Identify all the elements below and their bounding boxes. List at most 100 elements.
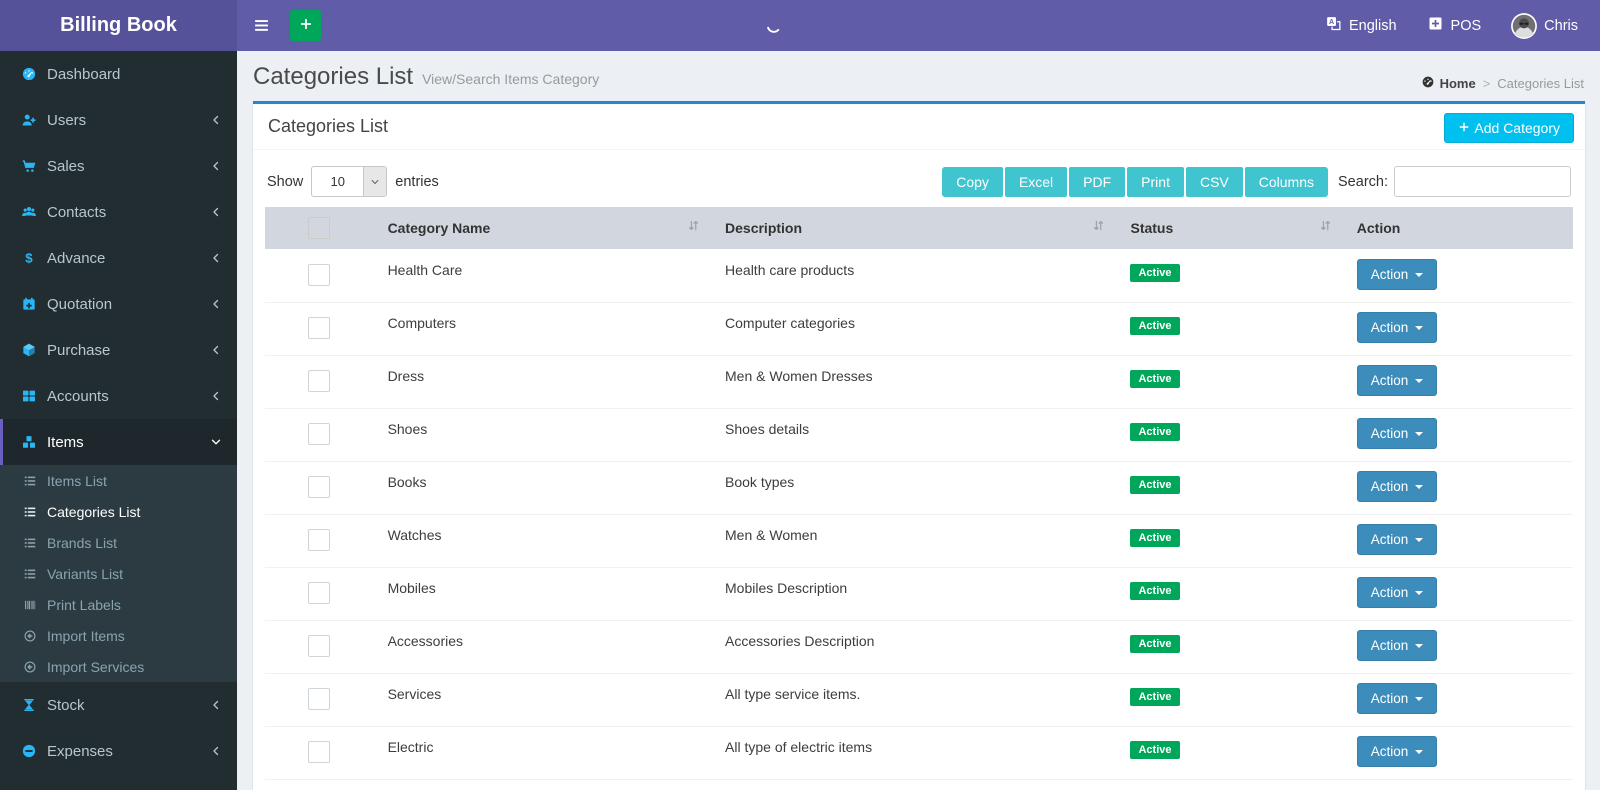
description-cell: All type of electric items xyxy=(711,727,1116,780)
pos-button[interactable]: POS xyxy=(1427,15,1482,36)
category-name-cell: Accessories xyxy=(374,621,711,674)
sidebar-subitem-label: Import Services xyxy=(47,659,144,675)
sidebar-section: Contacts xyxy=(0,189,237,235)
action-button[interactable]: Action xyxy=(1357,259,1438,290)
plus-icon xyxy=(299,17,313,34)
action-button[interactable]: Action xyxy=(1357,630,1438,661)
sidebar-item-dashboard[interactable]: Dashboard xyxy=(0,51,237,97)
sidebar-item-contacts[interactable]: Contacts xyxy=(0,189,237,235)
row-checkbox[interactable] xyxy=(308,317,330,339)
category-name-cell: Health Care xyxy=(374,250,711,303)
caret-down-icon xyxy=(1415,485,1423,489)
export-button-excel[interactable]: Excel xyxy=(1005,167,1067,197)
export-button-columns[interactable]: Columns xyxy=(1245,167,1328,197)
action-button[interactable]: Action xyxy=(1357,577,1438,608)
action-button[interactable]: Action xyxy=(1357,418,1438,449)
column-header-category-name[interactable]: Category Name xyxy=(374,207,711,250)
row-checkbox[interactable] xyxy=(308,264,330,286)
sidebar-item-quotation[interactable]: Quotation xyxy=(0,281,237,327)
row-checkbox[interactable] xyxy=(308,688,330,710)
sidebar-subitem-import-services[interactable]: Import Services xyxy=(0,651,237,682)
sidebar-section: Dashboard xyxy=(0,51,237,97)
sort-icon xyxy=(1091,218,1106,233)
action-cell: Action xyxy=(1343,621,1573,674)
sidebar-item-sales[interactable]: Sales xyxy=(0,143,237,189)
table-row: WatchesMen & WomenActiveAction xyxy=(265,515,1573,568)
row-checkbox-cell xyxy=(265,515,374,568)
add-category-button[interactable]: Add Category xyxy=(1444,113,1574,143)
status-cell: Active xyxy=(1116,462,1342,515)
sidebar-item-label: Dashboard xyxy=(47,66,120,83)
grid-icon xyxy=(21,388,37,404)
sidebar-subitem-label: Print Labels xyxy=(47,597,121,613)
row-checkbox[interactable] xyxy=(308,741,330,763)
user-name: Chris xyxy=(1544,18,1578,34)
loading-spinner-icon xyxy=(763,15,784,39)
row-checkbox[interactable] xyxy=(308,582,330,604)
action-cell: Action xyxy=(1343,462,1573,515)
panel-header: Categories List Add Category xyxy=(253,104,1585,150)
sidebar-subitem-variants-list[interactable]: Variants List xyxy=(0,558,237,589)
sidebar-item-stock[interactable]: Stock xyxy=(0,682,237,728)
description-cell: Shoes details xyxy=(711,409,1116,462)
row-checkbox[interactable] xyxy=(308,635,330,657)
caret-down-icon xyxy=(1415,379,1423,383)
dashboard-icon xyxy=(21,66,37,82)
sidebar-item-advance[interactable]: $Advance xyxy=(0,235,237,281)
entries-select[interactable]: 10 xyxy=(311,166,387,197)
sidebar-subitem-items-list[interactable]: Items List xyxy=(0,465,237,496)
breadcrumb-home[interactable]: Home xyxy=(1421,75,1476,92)
action-button[interactable]: Action xyxy=(1357,471,1438,502)
action-button[interactable]: Action xyxy=(1357,524,1438,555)
select-all-checkbox[interactable] xyxy=(308,217,330,239)
status-badge: Active xyxy=(1130,264,1179,282)
chevron-left-icon xyxy=(210,745,222,757)
sidebar-section: Expenses xyxy=(0,728,237,774)
sidebar-item-users[interactable]: Users xyxy=(0,97,237,143)
row-checkbox-cell xyxy=(265,462,374,515)
page-length-control: Show 10 entries xyxy=(267,166,439,197)
action-button[interactable]: Action xyxy=(1357,365,1438,396)
language-menu[interactable]: A English xyxy=(1325,15,1397,36)
export-button-pdf[interactable]: PDF xyxy=(1069,167,1125,197)
action-button[interactable]: Action xyxy=(1357,736,1438,767)
categories-panel: Categories List Add Category Show 10 ent… xyxy=(253,101,1585,790)
row-checkbox[interactable] xyxy=(308,370,330,392)
sidebar-subitem-categories-list[interactable]: Categories List xyxy=(0,496,237,527)
search-input[interactable] xyxy=(1394,166,1571,197)
column-header-description[interactable]: Description xyxy=(711,207,1116,250)
avatar xyxy=(1511,13,1537,39)
cube-icon xyxy=(21,342,37,358)
action-button[interactable]: Action xyxy=(1357,683,1438,714)
row-checkbox[interactable] xyxy=(308,476,330,498)
description-cell: Accessories Description xyxy=(711,621,1116,674)
export-button-csv[interactable]: CSV xyxy=(1186,167,1243,197)
sidebar-item-expenses[interactable]: Expenses xyxy=(0,728,237,774)
column-header-label: Category Name xyxy=(388,220,491,236)
action-button[interactable]: Action xyxy=(1357,312,1438,343)
sidebar-subitem-import-items[interactable]: Import Items xyxy=(0,620,237,651)
quick-add-button[interactable] xyxy=(290,10,321,41)
caret-down-icon xyxy=(1415,644,1423,648)
sidebar-item-items[interactable]: Items xyxy=(0,419,237,465)
row-checkbox[interactable] xyxy=(308,529,330,551)
sidebar-subitem-print-labels[interactable]: Print Labels xyxy=(0,589,237,620)
row-checkbox[interactable] xyxy=(308,423,330,445)
sidebar-section: ItemsItems ListCategories ListBrands Lis… xyxy=(0,419,237,682)
row-checkbox-cell xyxy=(265,356,374,409)
sidebar-toggle-button[interactable] xyxy=(237,0,286,51)
table-row: DressMen & Women DressesActiveAction xyxy=(265,356,1573,409)
table-row: Health CareHealth care productsActiveAct… xyxy=(265,250,1573,303)
status-cell: Active xyxy=(1116,515,1342,568)
sidebar-item-purchase[interactable]: Purchase xyxy=(0,327,237,373)
export-button-print[interactable]: Print xyxy=(1127,167,1184,197)
sidebar-item-accounts[interactable]: Accounts xyxy=(0,373,237,419)
chevron-down-icon xyxy=(210,436,222,448)
column-header-status[interactable]: Status xyxy=(1116,207,1342,250)
table-body: Health CareHealth care productsActiveAct… xyxy=(265,250,1573,780)
sidebar-subitem-brands-list[interactable]: Brands List xyxy=(0,527,237,558)
export-button-copy[interactable]: Copy xyxy=(942,167,1003,197)
brand-logo[interactable]: Billing Book xyxy=(0,0,237,51)
user-menu[interactable]: Chris xyxy=(1511,13,1578,39)
status-badge: Active xyxy=(1130,370,1179,388)
